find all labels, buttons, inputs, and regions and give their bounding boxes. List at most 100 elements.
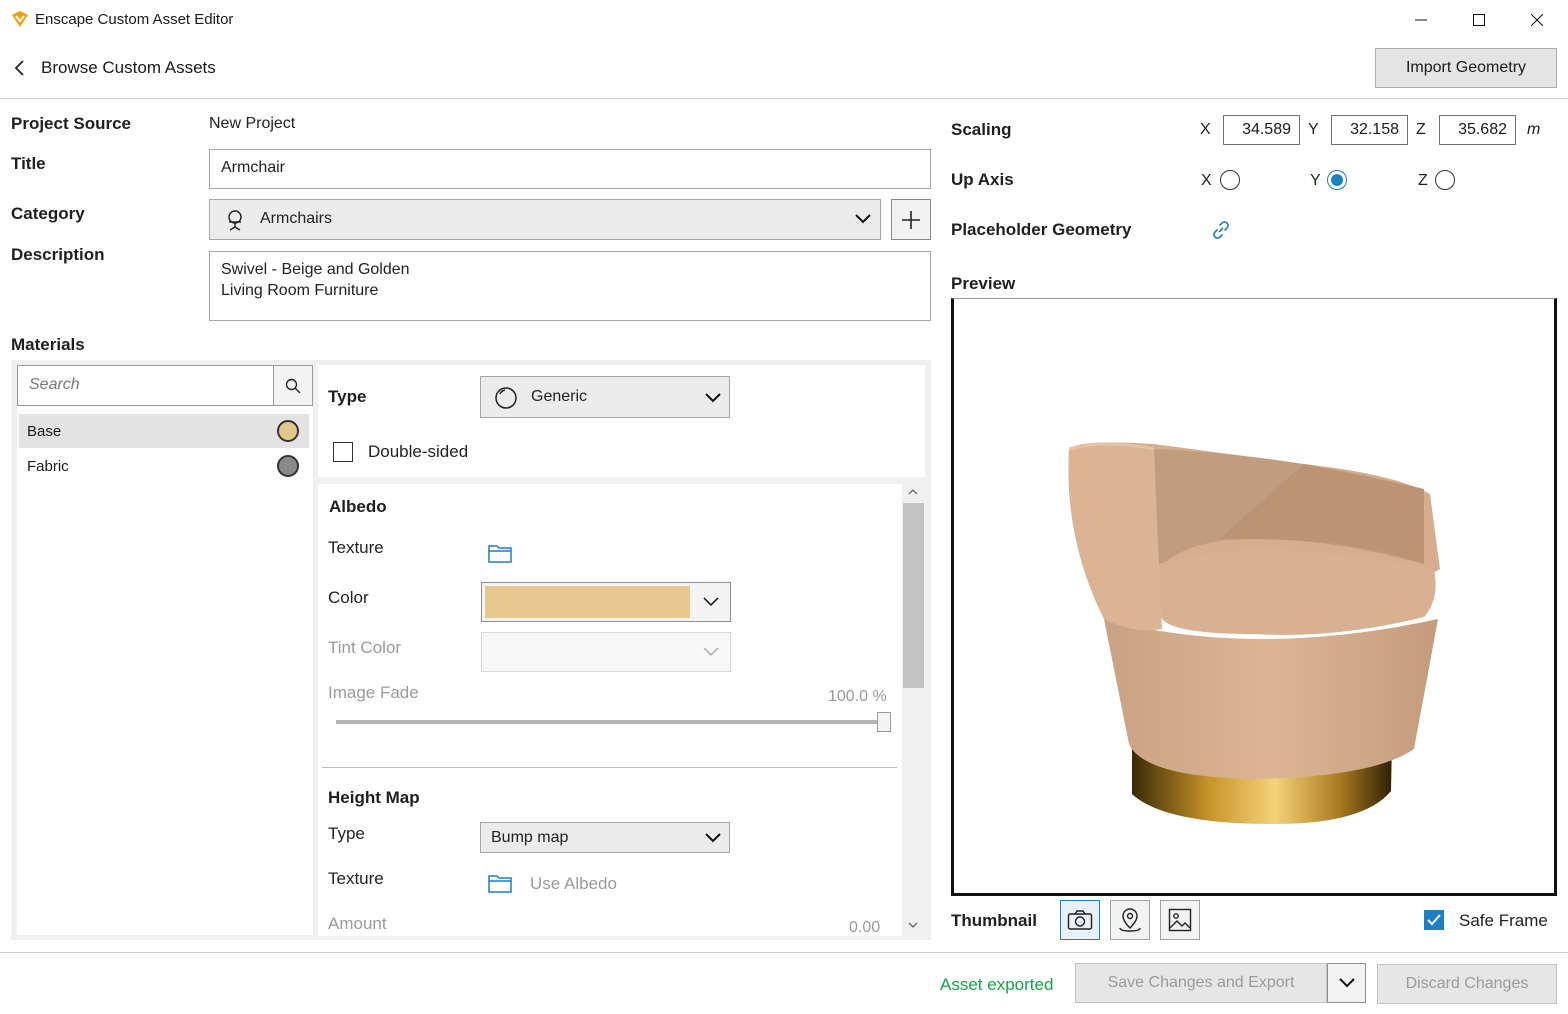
category-value: Armchairs (260, 210, 333, 227)
material-swatch (277, 455, 299, 477)
safe-frame-checkbox[interactable] (1424, 910, 1444, 930)
material-properties-panel (318, 484, 902, 936)
scale-z-input[interactable]: 35.682 (1439, 115, 1516, 145)
thumbnail-image-button[interactable] (1160, 900, 1200, 940)
material-item-base[interactable]: Base (19, 414, 309, 448)
save-options-dropdown[interactable] (1327, 963, 1366, 1003)
scale-y-label: Y (1308, 121, 1319, 138)
add-category-button[interactable] (891, 199, 931, 240)
project-source-value: New Project (209, 115, 296, 132)
checkmark-icon (1427, 914, 1441, 926)
chevron-down-icon (703, 597, 719, 607)
type-label: Type (328, 387, 367, 406)
double-sided-checkbox[interactable] (333, 442, 353, 462)
up-axis-x-radio[interactable] (1220, 170, 1240, 190)
plus-icon (902, 210, 920, 229)
up-axis-y-radio[interactable] (1327, 170, 1347, 190)
title-label: Title (11, 154, 46, 173)
scale-y-input[interactable]: 32.158 (1331, 115, 1408, 145)
up-axis-label: Up Axis (951, 170, 1014, 189)
up-axis-y-label: Y (1310, 172, 1321, 189)
use-albedo-label: Use Albedo (530, 874, 617, 893)
height-map-type-select[interactable]: Bump map (480, 822, 730, 853)
safe-frame-label: Safe Frame (1459, 911, 1548, 930)
thumbnail-label: Thumbnail (951, 911, 1037, 930)
section-divider (322, 767, 897, 768)
scale-x-input[interactable]: 34.589 (1223, 115, 1300, 145)
scrollbar-thumb[interactable] (903, 503, 924, 688)
material-item-fabric[interactable]: Fabric (19, 449, 309, 483)
amount-label: Amount (328, 914, 387, 933)
enscape-logo-icon (12, 11, 28, 27)
scroll-down-icon[interactable] (907, 921, 919, 929)
close-icon (1531, 14, 1543, 26)
minimize-button[interactable] (1392, 0, 1450, 40)
height-map-type-value: Bump map (491, 829, 569, 846)
material-name: Base (27, 422, 62, 440)
image-fade-label: Image Fade (328, 683, 419, 702)
description-line: Living Room Furniture (221, 282, 379, 299)
material-search-button[interactable] (273, 365, 313, 406)
scale-z-label: Z (1416, 121, 1426, 138)
maximize-icon (1473, 14, 1485, 26)
discard-changes-button[interactable]: Discard Changes (1377, 964, 1557, 1004)
material-type-value: Generic (531, 388, 588, 405)
material-search-input[interactable]: Search (17, 365, 274, 406)
material-type-select[interactable]: Generic (480, 376, 730, 418)
description-label: Description (11, 245, 105, 264)
title-input[interactable]: Armchair (209, 149, 931, 189)
generic-material-icon (495, 387, 517, 409)
chevron-left-icon[interactable] (12, 58, 28, 78)
map-pin-icon (1119, 908, 1141, 932)
height-map-texture-label: Texture (328, 869, 384, 888)
maximize-button[interactable] (1450, 0, 1508, 40)
image-fade-slider-thumb[interactable] (877, 712, 891, 732)
radio-selected-dot (1331, 174, 1343, 186)
image-fade-value: 100.0 % (828, 688, 887, 705)
description-textarea[interactable]: Swivel - Beige and Golden Living Room Fu… (209, 251, 931, 321)
scale-x-label: X (1200, 121, 1211, 138)
folder-icon[interactable] (488, 873, 512, 893)
material-swatch (277, 420, 299, 442)
import-geometry-button[interactable]: Import Geometry (1375, 48, 1557, 88)
material-name: Fabric (27, 457, 69, 475)
tint-color-picker (481, 632, 731, 672)
back-link[interactable]: Browse Custom Assets (41, 58, 216, 78)
up-axis-z-radio[interactable] (1435, 170, 1455, 190)
scale-unit: m (1527, 121, 1541, 138)
thumbnail-camera-button[interactable] (1060, 900, 1100, 940)
save-and-export-button[interactable]: Save Changes and Export (1075, 963, 1327, 1003)
preview-label: Preview (951, 274, 1016, 293)
thumbnail-location-button[interactable] (1110, 900, 1150, 940)
armchair-preview-image (1068, 442, 1440, 824)
albedo-title: Albedo (329, 497, 387, 516)
height-map-type-label: Type (328, 824, 365, 843)
up-axis-x-label: X (1201, 172, 1212, 189)
category-label: Category (11, 204, 85, 223)
header-divider (0, 98, 1568, 99)
height-map-title: Height Map (328, 788, 420, 807)
minimize-icon (1415, 19, 1427, 21)
color-swatch (485, 586, 690, 618)
description-line: Swivel - Beige and Golden (221, 261, 410, 278)
preview-viewport[interactable] (951, 298, 1557, 896)
albedo-color-picker[interactable] (481, 582, 731, 622)
title-bar (0, 0, 1568, 40)
link-icon[interactable] (1209, 218, 1233, 242)
window-title: Enscape Custom Asset Editor (35, 11, 234, 28)
search-icon (285, 378, 301, 393)
chevron-down-icon (705, 833, 721, 843)
scroll-up-icon[interactable] (907, 488, 919, 496)
albedo-color-label: Color (328, 588, 369, 607)
category-select[interactable]: Armchairs (209, 199, 881, 240)
armchair-icon (228, 210, 242, 231)
scaling-label: Scaling (951, 120, 1012, 139)
folder-icon[interactable] (488, 543, 512, 563)
tint-color-label: Tint Color (328, 638, 402, 657)
close-button[interactable] (1508, 0, 1566, 40)
chevron-down-icon (705, 393, 721, 403)
amount-value: 0.00 (849, 919, 881, 936)
image-fade-slider-track[interactable] (336, 720, 886, 724)
export-status: Asset exported (940, 975, 1054, 994)
placeholder-geometry-label: Placeholder Geometry (951, 220, 1132, 239)
